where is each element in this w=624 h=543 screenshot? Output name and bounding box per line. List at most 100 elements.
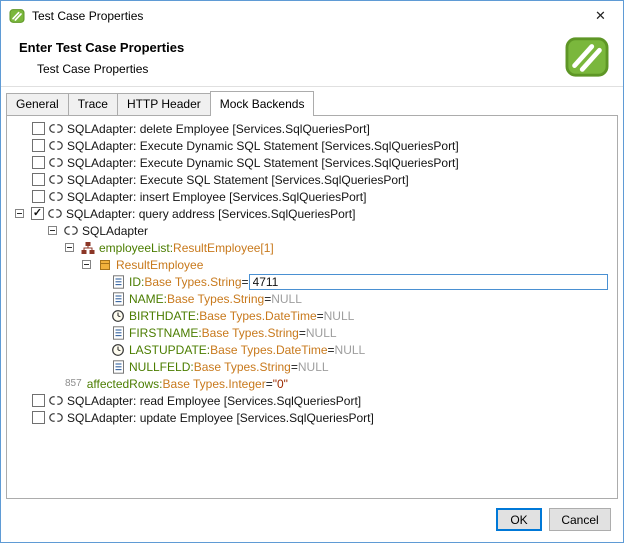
port-icon [64,224,78,238]
port-icon [49,122,63,136]
brand-logo [564,36,610,83]
datetime-icon [111,343,125,357]
field-value-input[interactable] [249,274,608,290]
app-logo-icon [9,8,25,24]
tab-bar: GeneralTraceHTTP HeaderMock Backends [1,90,623,115]
tree-label: ResultEmployee [116,258,203,272]
tree-checkbox[interactable]: ✓ [31,207,44,220]
tree-label: SQLAdapter: update Employee [Services.Sq… [67,411,374,425]
tree-label: NULL [335,343,366,357]
tree-checkbox[interactable] [32,394,45,407]
tree-label: NULL [324,309,355,323]
tree-label: SQLAdapter: delete Employee [Services.Sq… [67,122,370,136]
port-icon [49,190,63,204]
tab-general[interactable]: General [6,93,69,115]
tree-label: FIRSTNAME: [129,326,202,340]
tree-checkbox[interactable] [32,139,45,152]
tree-row[interactable]: ID: Base Types.String = [7,273,617,290]
tree-row[interactable]: employeeList: ResultEmployee[1] [7,239,617,256]
port-icon [49,156,63,170]
tree-checkbox[interactable] [32,173,45,186]
tree-row[interactable]: SQLAdapter: Execute Dynamic SQL Statemen… [7,137,617,154]
tree-label: NULL [306,326,337,340]
tree-label: NULL [271,292,302,306]
tree-label: SQLAdapter: query address [Services.SqlQ… [66,207,355,221]
tree-row[interactable]: NULLFELD: Base Types.String = NULL [7,358,617,375]
tree-label: BIRTHDATE: [129,309,199,323]
tree-label: "0" [273,377,288,391]
tree-label: ResultEmployee[1] [173,241,274,255]
port-icon [49,394,63,408]
close-icon[interactable]: ✕ [578,1,623,31]
string-icon [111,275,125,289]
tree-label: = [266,377,273,391]
tree-expander-collapse[interactable] [65,243,74,252]
tree-label: SQLAdapter: read Employee [Services.SqlQ… [67,394,361,408]
row-id-prefix: 857 [65,378,82,389]
tree-label: = [328,343,335,357]
port-icon [49,173,63,187]
tree-row[interactable]: LASTUPDATE: Base Types.DateTime = NULL [7,341,617,358]
tree-row[interactable]: SQLAdapter: insert Employee [Services.Sq… [7,188,617,205]
tree-checkbox[interactable] [32,122,45,135]
tab-http-header[interactable]: HTTP Header [117,93,211,115]
page-title: Enter Test Case Properties [19,40,607,55]
tree-expander-collapse[interactable] [48,226,57,235]
port-icon [49,139,63,153]
tree-label: LASTUPDATE: [129,343,210,357]
tree-label: = [291,360,298,374]
list-icon [81,241,95,255]
tree-label: NULLFELD: [129,360,194,374]
title-bar: Test Case Properties ✕ [1,1,623,31]
string-icon [111,360,125,374]
tree-label: affectedRows: [87,377,163,391]
tree-label: = [317,309,324,323]
tree-row[interactable]: BIRTHDATE: Base Types.DateTime = NULL [7,307,617,324]
tree-label: SQLAdapter: Execute Dynamic SQL Statemen… [67,156,459,170]
string-icon [111,326,125,340]
tree-expander-collapse[interactable] [82,260,91,269]
tree-row[interactable]: SQLAdapter [7,222,617,239]
datetime-icon [111,309,125,323]
tree-row[interactable]: ResultEmployee [7,256,617,273]
cancel-button[interactable]: Cancel [549,508,611,531]
tree-label: = [242,275,249,289]
port-icon [48,207,62,221]
tree-checkbox[interactable] [32,156,45,169]
dialog-header: Enter Test Case Properties Test Case Pro… [1,31,623,87]
tree-label: Base Types.DateTime [210,343,327,357]
tree-label: Base Types.String [202,326,299,340]
string-icon [111,292,125,306]
tree-row[interactable]: SQLAdapter: Execute SQL Statement [Servi… [7,171,617,188]
tree-row[interactable]: FIRSTNAME: Base Types.String = NULL [7,324,617,341]
tree-label: ID: [129,275,144,289]
record-icon [98,258,112,272]
tree-label: Base Types.String [167,292,264,306]
tree-label: SQLAdapter [82,224,148,238]
tab-mock-backends[interactable]: Mock Backends [210,91,315,116]
tree-row[interactable]: 857 affectedRows: Base Types.Integer = "0… [7,375,617,392]
tree-label: employeeList: [99,241,173,255]
tree-expander-collapse[interactable] [15,209,24,218]
tab-trace[interactable]: Trace [68,93,118,115]
tree-label: Base Types.DateTime [199,309,316,323]
tree-label: Base Types.String [144,275,241,289]
tree-row[interactable]: ✓ SQLAdapter: query address [Services.Sql… [7,205,617,222]
tree-row[interactable]: SQLAdapter: Execute Dynamic SQL Statemen… [7,154,617,171]
tree-label: SQLAdapter: Execute Dynamic SQL Statemen… [67,139,459,153]
tree-row[interactable]: NAME: Base Types.String = NULL [7,290,617,307]
ok-button[interactable]: OK [496,508,542,531]
tree-label: SQLAdapter: insert Employee [Services.Sq… [67,190,366,204]
test-case-properties-dialog: Test Case Properties ✕ Enter Test Case P… [0,0,624,543]
tree-row[interactable]: SQLAdapter: update Employee [Services.Sq… [7,409,617,426]
port-icon [49,411,63,425]
tree-row[interactable]: SQLAdapter: read Employee [Services.SqlQ… [7,392,617,409]
tree-row[interactable]: SQLAdapter: delete Employee [Services.Sq… [7,120,617,137]
tree-label: = [299,326,306,340]
tree-checkbox[interactable] [32,411,45,424]
window-title: Test Case Properties [32,9,578,23]
page-subtitle: Test Case Properties [37,62,607,76]
tree-label: Base Types.Integer [163,377,266,391]
tree-label: Base Types.String [194,360,291,374]
tree-checkbox[interactable] [32,190,45,203]
